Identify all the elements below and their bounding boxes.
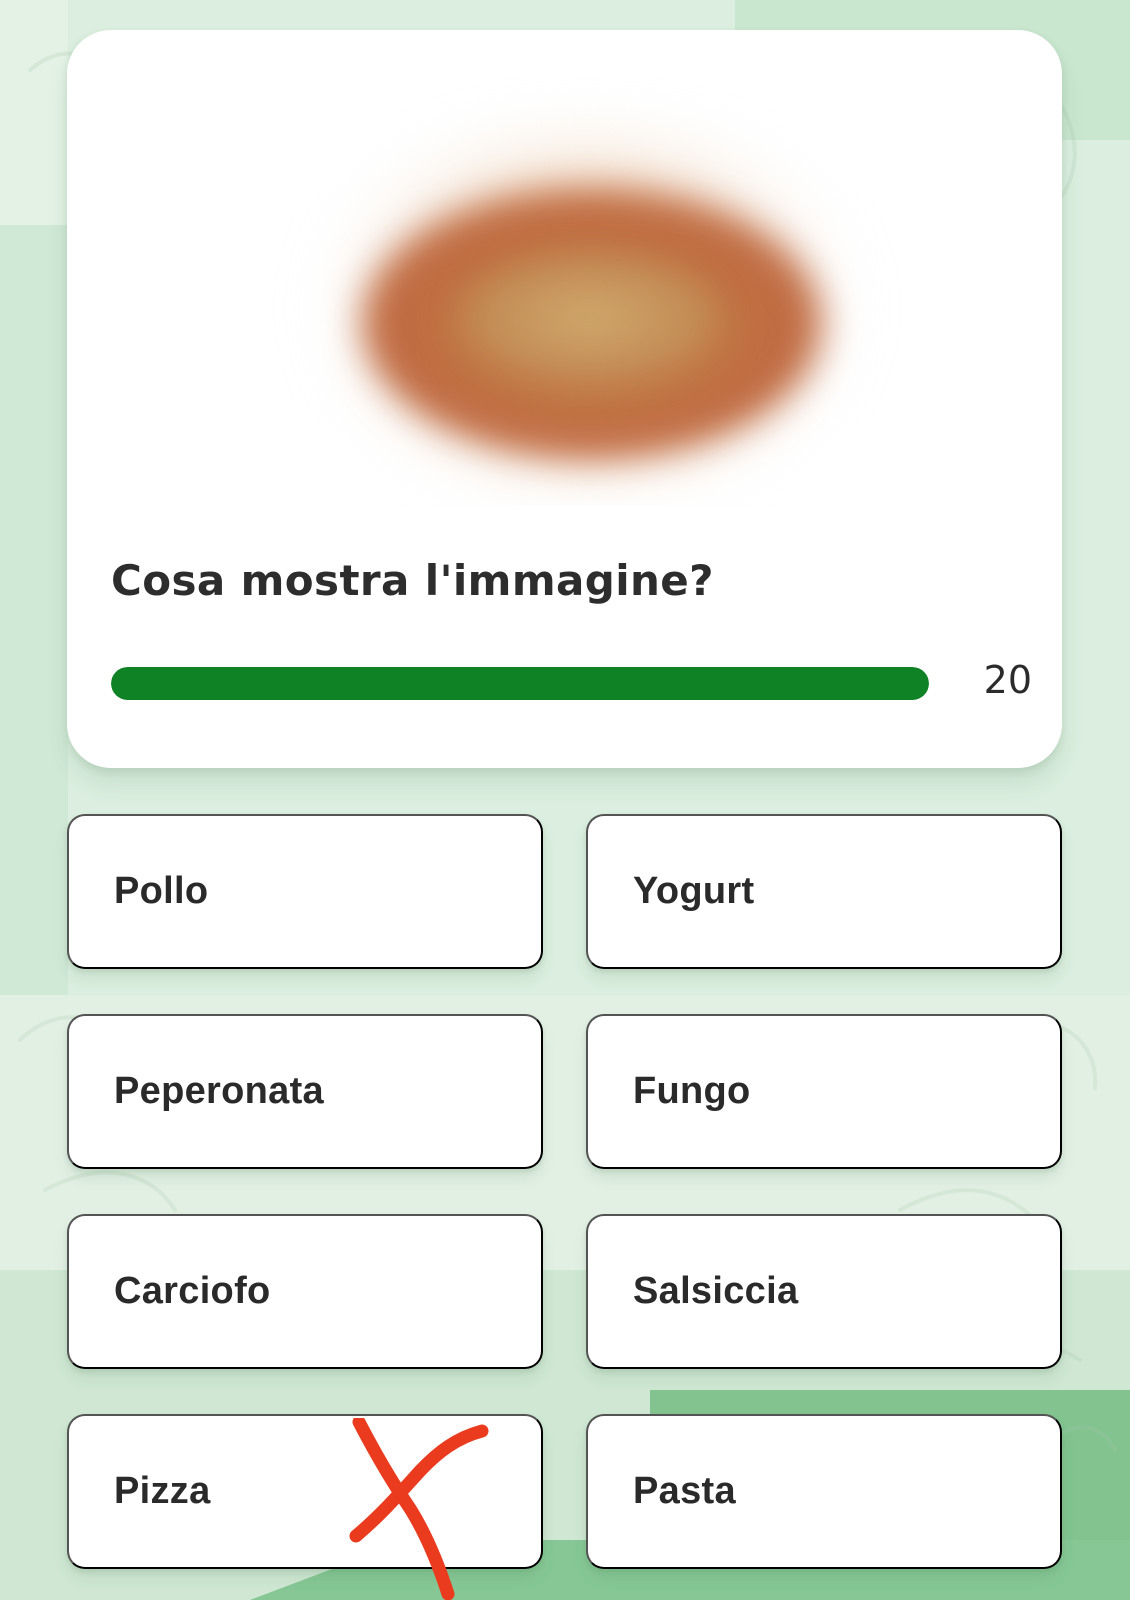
timer-progress-fill [111, 667, 929, 700]
answer-grid: Pollo Yogurt Peperonata Fungo Carciofo S… [67, 814, 1062, 1570]
blurred-food-image [157, 78, 972, 506]
answer-button-pizza[interactable]: Pizza [67, 1414, 543, 1569]
answer-button-salsiccia[interactable]: Salsiccia [586, 1214, 1062, 1369]
question-text: Cosa mostra l'immagine? [111, 556, 714, 605]
countdown-value: 20 [983, 658, 1032, 702]
food-image-highlight [462, 258, 717, 378]
answer-button-yogurt[interactable]: Yogurt [586, 814, 1062, 969]
answer-button-pasta[interactable]: Pasta [586, 1414, 1062, 1569]
answer-button-fungo[interactable]: Fungo [586, 1014, 1062, 1169]
question-card: Cosa mostra l'immagine? 20 [67, 30, 1062, 768]
answer-button-carciofo[interactable]: Carciofo [67, 1214, 543, 1369]
timer-progress-bar [111, 667, 929, 700]
answer-button-peperonata[interactable]: Peperonata [67, 1014, 543, 1169]
answer-button-pollo[interactable]: Pollo [67, 814, 543, 969]
